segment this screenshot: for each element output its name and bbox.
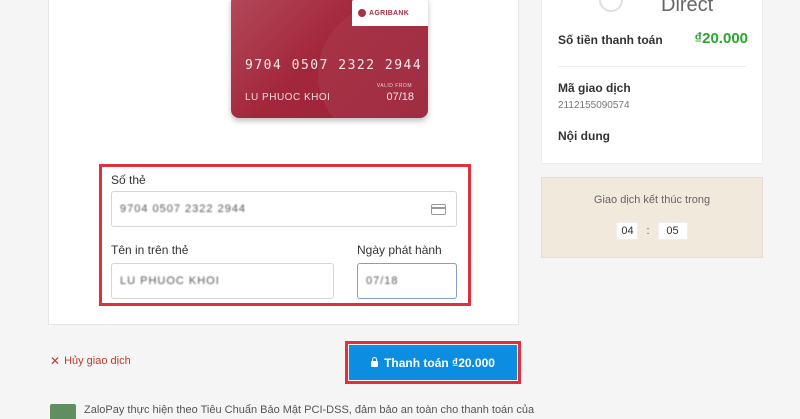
card-number-label: Số thẻ: [111, 173, 146, 187]
bank-logo-icon: [358, 9, 366, 17]
credit-card-icon: [431, 204, 446, 215]
bank-logo: AGRIBANK: [352, 0, 428, 26]
bank-name: AGRIBANK: [369, 9, 410, 17]
issue-date-value: 07/18: [366, 275, 399, 287]
card-details-form: Số thẻ 9704 0507 2322 2944 Tên in trên t…: [99, 164, 471, 306]
close-icon: ✕: [50, 354, 61, 368]
cancel-label: Hủy giao dịch: [64, 355, 131, 367]
card-number-display: 9704 0507 2322 2944: [245, 58, 423, 73]
provider-name: Direct: [661, 0, 714, 16]
card-name-input[interactable]: LU PHUOC KHOI: [111, 263, 334, 299]
card-valid-display: 07/18: [386, 91, 414, 103]
pay-button[interactable]: Thanh toán ₫20.000: [349, 345, 517, 380]
content-label: Nội dung: [558, 129, 610, 143]
transaction-id-value: 2112155090574: [558, 100, 630, 111]
bank-card: AGRIBANK 9704 0507 2322 2944 LU PHUOC KH…: [231, 0, 428, 118]
card-name-label: Tên in trên thẻ: [111, 243, 189, 257]
card-number-input[interactable]: 9704 0507 2322 2944: [111, 191, 457, 227]
card-number-value: 9704 0507 2322 2944: [120, 203, 247, 215]
timer-minutes: 04: [616, 222, 639, 240]
summary-divider: [558, 66, 746, 67]
lock-icon: [371, 357, 379, 367]
countdown-timer: Giao dịch kết thúc trong 04 : 05: [541, 177, 763, 258]
order-summary: Direct Số tiền thanh toán ₫20.000 Mã gia…: [541, 0, 763, 164]
timer-display: 04 : 05: [542, 222, 762, 240]
timer-seconds: 05: [657, 222, 688, 240]
timer-colon: :: [646, 225, 650, 237]
card-valid-label: VALID FROM: [376, 83, 412, 89]
pay-button-label: Thanh toán ₫20.000: [384, 355, 495, 370]
security-notice: ZaloPay thực hiện theo Tiêu Chuẩn Bảo Mậ…: [50, 404, 534, 419]
provider-logo-icon: [599, 0, 623, 12]
amount-value: ₫20.000: [694, 30, 748, 47]
issue-date-label: Ngày phát hành: [357, 243, 442, 257]
shield-icon: [50, 404, 76, 419]
card-holder-display: LU PHUOC KHOI: [245, 92, 331, 103]
timer-label: Giao dịch kết thúc trong: [593, 194, 711, 206]
amount-label: Số tiền thanh toán: [558, 33, 663, 47]
cancel-transaction-link[interactable]: ✕ Hủy giao dịch: [50, 354, 131, 368]
card-name-value: LU PHUOC KHOI: [120, 275, 220, 287]
security-notice-text: ZaloPay thực hiện theo Tiêu Chuẩn Bảo Mậ…: [84, 404, 535, 416]
issue-date-input[interactable]: 07/18: [357, 263, 457, 299]
transaction-id-label: Mã giao dịch: [558, 81, 631, 95]
